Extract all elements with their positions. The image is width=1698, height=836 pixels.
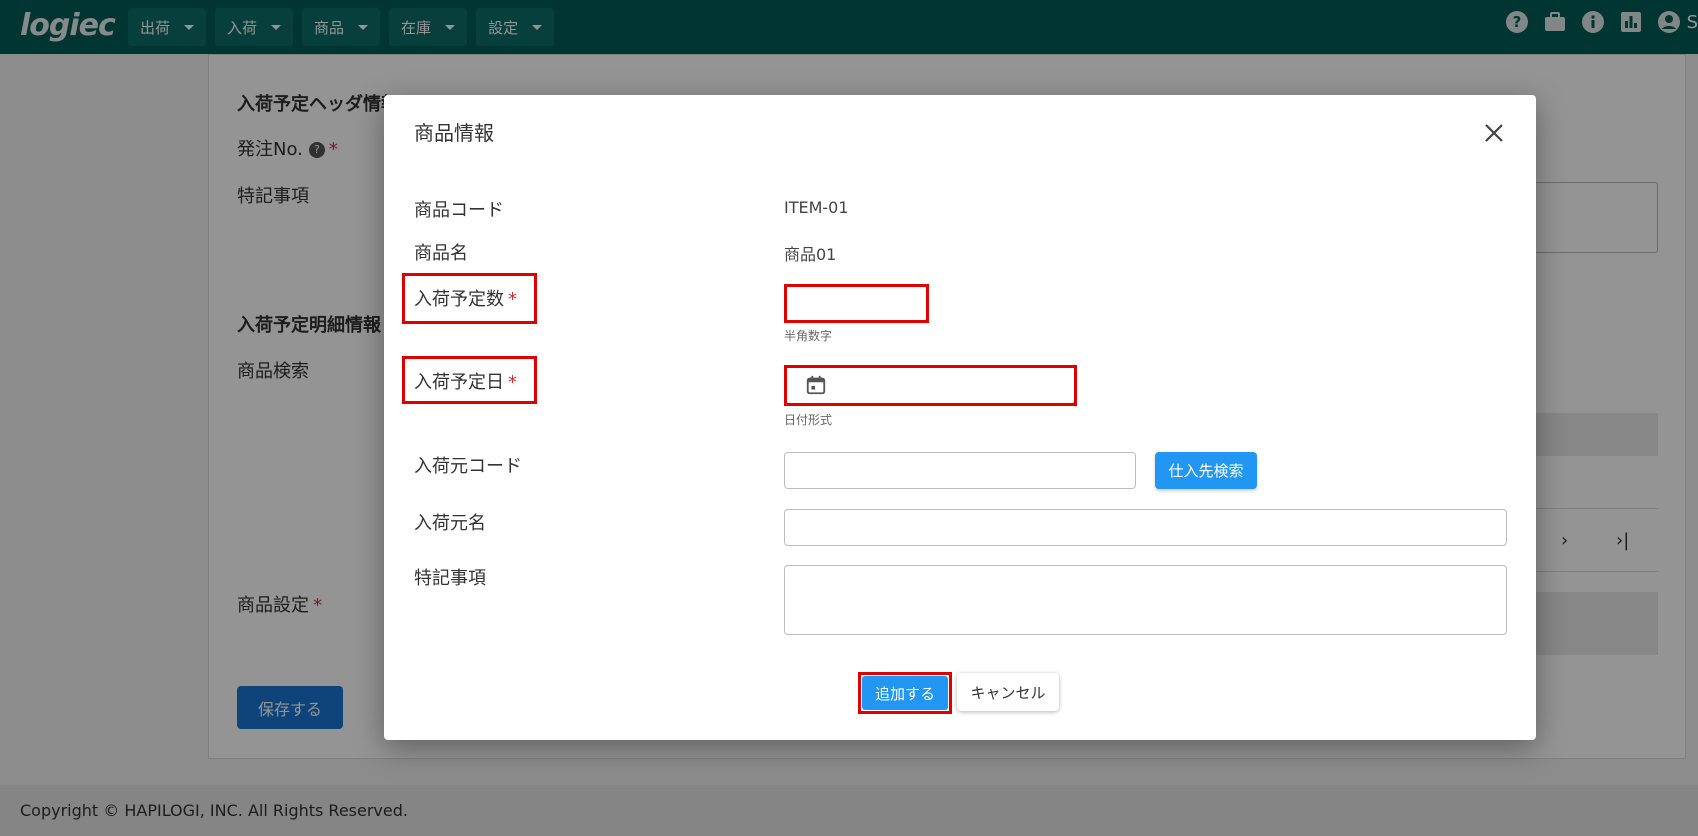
highlight-box <box>784 365 1077 406</box>
calendar-icon[interactable] <box>805 374 827 396</box>
date-hint: 日付形式 <box>784 413 833 427</box>
notes-textarea[interactable] <box>784 565 1507 635</box>
product-code-value: ITEM-01 <box>784 198 849 217</box>
notes-label: 特記事項 <box>414 568 486 589</box>
supplier-search-button[interactable]: 仕入先検索 <box>1155 452 1257 489</box>
product-name-label: 商品名 <box>414 243 468 264</box>
quantity-label-text: 入荷予定数 <box>414 289 504 310</box>
highlight-box <box>858 672 952 714</box>
required-mark: * <box>508 289 517 310</box>
close-icon[interactable] <box>1482 121 1506 145</box>
date-label: 入荷予定日 * <box>414 368 517 394</box>
product-name-value: 商品01 <box>784 245 837 264</box>
supplier-name-input[interactable] <box>784 509 1507 546</box>
product-info-dialog: 商品情報 商品コード ITEM-01 商品名 商品01 入荷予定数 * 半角数字 … <box>384 95 1536 740</box>
supplier-code-input[interactable] <box>784 452 1136 489</box>
date-label-text: 入荷予定日 <box>414 372 504 393</box>
supplier-name-label: 入荷元名 <box>414 513 486 534</box>
product-code-label: 商品コード <box>414 200 504 221</box>
dialog-title: 商品情報 <box>414 121 494 145</box>
highlight-box <box>784 284 929 323</box>
cancel-button[interactable]: キャンセル <box>957 673 1059 711</box>
required-mark: * <box>508 372 517 393</box>
supplier-code-label: 入荷元コード <box>414 456 522 477</box>
quantity-hint: 半角数字 <box>784 329 833 343</box>
quantity-label: 入荷予定数 * <box>414 285 517 311</box>
